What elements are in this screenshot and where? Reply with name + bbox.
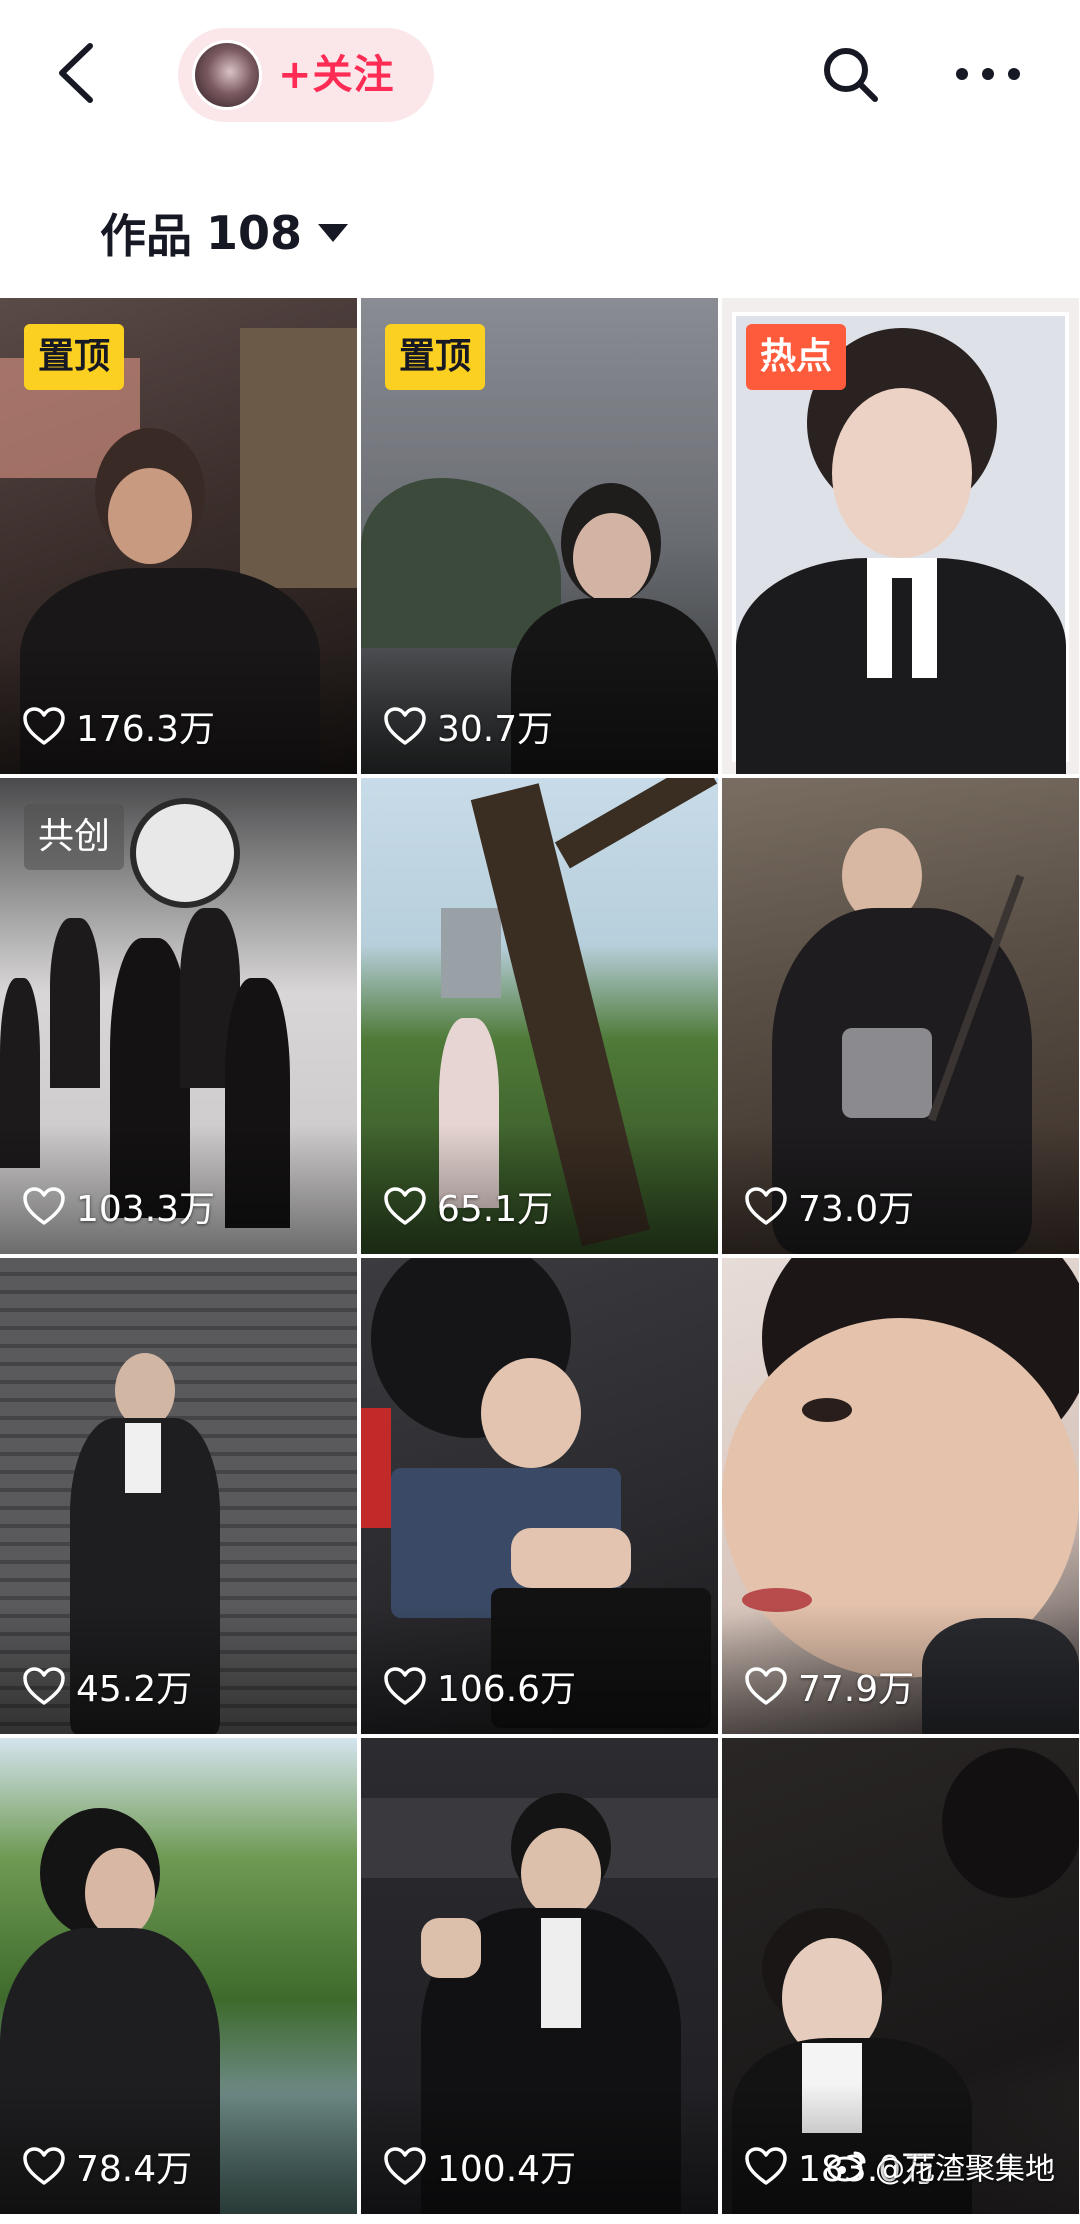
weibo-watermark: @花渣聚集地 xyxy=(827,2144,1055,2188)
like-count-value: 103.3万 xyxy=(76,1189,216,1230)
hot-badge: 热点 xyxy=(746,324,847,390)
pinned-badge: 置顶 xyxy=(385,324,486,390)
like-count-value: 176.3万 xyxy=(76,709,216,750)
back-button[interactable] xyxy=(40,28,110,118)
like-count: 77.9万 xyxy=(744,1660,914,1712)
more-dots-icon xyxy=(956,68,1020,80)
like-count-value: 77.9万 xyxy=(798,1669,915,1710)
like-count-value: 45.2万 xyxy=(76,1669,193,1710)
heart-outline-icon xyxy=(745,1667,787,1705)
heart-outline-icon xyxy=(384,1667,426,1705)
heart-outline-icon xyxy=(745,2147,787,2185)
video-tile[interactable]: 65.1万 xyxy=(361,778,718,1254)
heart-outline-icon xyxy=(745,1187,787,1225)
co-creation-badge: 共创 xyxy=(24,804,125,870)
like-count-value: 73.0万 xyxy=(798,1189,915,1230)
works-tab-header[interactable]: 作品 108 xyxy=(100,198,349,268)
like-count: 100.4万 xyxy=(383,2140,576,2192)
video-tile[interactable]: 45.2万 xyxy=(0,1258,357,1734)
chevron-left-icon xyxy=(59,43,93,103)
like-count-value: 30.7万 xyxy=(437,709,554,750)
heart-outline-icon xyxy=(23,707,65,745)
watermark-text: @花渣聚集地 xyxy=(875,2152,1055,2187)
weibo-logo-icon xyxy=(827,2151,866,2182)
video-tile[interactable]: 置顶 176.3万 xyxy=(0,298,357,774)
video-tile[interactable]: 77.9万 xyxy=(722,1258,1079,1734)
heart-outline-icon xyxy=(384,1187,426,1225)
avatar[interactable] xyxy=(192,40,262,110)
more-button[interactable] xyxy=(948,34,1028,114)
heart-outline-icon xyxy=(384,2147,426,2185)
search-button[interactable] xyxy=(815,34,885,114)
like-count-value: 65.1万 xyxy=(437,1189,554,1230)
like-count-value: 106.6万 xyxy=(437,1669,577,1710)
video-grid: 置顶 176.3万 置顶 30.7万 热点 共创 103.3万 65.1万 73… xyxy=(0,298,1080,2214)
video-tile[interactable]: 106.6万 xyxy=(361,1258,718,1734)
like-count: 73.0万 xyxy=(744,1180,914,1232)
like-count: 106.6万 xyxy=(383,1660,576,1712)
works-count: 108 xyxy=(206,206,303,260)
video-tile[interactable]: 73.0万 xyxy=(722,778,1079,1254)
pinned-badge: 置顶 xyxy=(24,324,125,390)
like-count: 176.3万 xyxy=(22,700,215,752)
like-count-value: 78.4万 xyxy=(76,2149,193,2190)
top-bar: +关注 xyxy=(0,0,1080,150)
heart-outline-icon xyxy=(23,1667,65,1705)
like-count: 78.4万 xyxy=(22,2140,192,2192)
video-tile[interactable]: 置顶 30.7万 xyxy=(361,298,718,774)
like-count: 103.3万 xyxy=(22,1180,215,1232)
like-count: 45.2万 xyxy=(22,1660,192,1712)
video-tile[interactable]: 共创 103.3万 xyxy=(0,778,357,1254)
works-label: 作品 xyxy=(100,209,192,263)
heart-outline-icon xyxy=(23,1187,65,1225)
like-count-value: 100.4万 xyxy=(437,2149,577,2190)
video-tile[interactable]: 183.0万 @花渣聚集地 xyxy=(722,1738,1079,2214)
search-icon xyxy=(824,48,878,102)
heart-outline-icon xyxy=(23,2147,65,2185)
video-tile[interactable]: 热点 xyxy=(722,298,1079,774)
video-tile[interactable]: 78.4万 xyxy=(0,1738,357,2214)
follow-pill[interactable]: +关注 xyxy=(178,28,434,122)
like-count: 30.7万 xyxy=(383,700,553,752)
follow-button-label[interactable]: +关注 xyxy=(278,48,395,102)
like-count: 65.1万 xyxy=(383,1180,553,1232)
heart-outline-icon xyxy=(384,707,426,745)
video-tile[interactable]: 100.4万 xyxy=(361,1738,718,2214)
caret-down-icon[interactable] xyxy=(318,224,349,242)
